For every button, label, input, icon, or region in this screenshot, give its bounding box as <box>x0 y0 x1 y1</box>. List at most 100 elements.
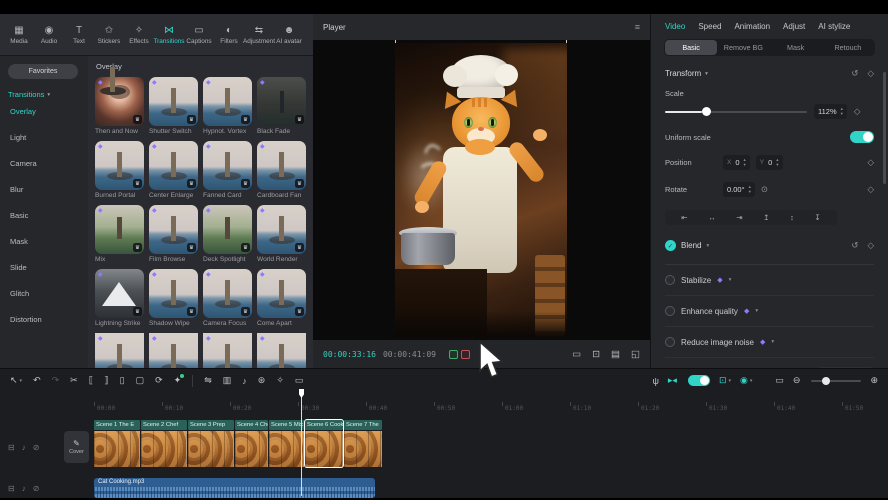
category-item[interactable]: Camera <box>8 151 88 177</box>
Cardboard Fan[interactable]: ◆ ♛ Cardboard Fan <box>257 141 306 199</box>
Film Browse[interactable]: ◆ ♛ Film Browse <box>149 205 198 263</box>
gallery-tile-partial[interactable]: ◆ <box>149 333 198 368</box>
gallery-thumbnail[interactable]: ◆ ♛ <box>149 269 198 318</box>
blend-checkbox[interactable]: ✓ <box>665 240 676 251</box>
feature-checkbox[interactable] <box>665 275 675 285</box>
gallery-thumbnail[interactable]: ◆ <box>149 333 198 368</box>
lock-track-icon[interactable]: ⊘ <box>33 484 40 493</box>
inspector-tab[interactable]: Adjust <box>783 22 805 31</box>
inspector-tab[interactable]: Video <box>665 22 685 31</box>
inspector-tab[interactable]: AI stylize <box>818 22 850 31</box>
timeline-clip[interactable]: Scene 7 The <box>344 420 382 467</box>
enhance-quality[interactable]: Enhance quality ◆ ▾ <box>665 296 874 327</box>
mute-track-icon[interactable]: ♪ <box>22 443 26 452</box>
Then and Now[interactable]: ◆ ♛ Then and Now <box>95 77 144 135</box>
timeline-ruler[interactable]: 00:00 00:10 00:20 00:30 00:40 00:50 01:0… <box>0 392 888 411</box>
gallery-thumbnail[interactable]: ◆ ♛ <box>203 141 252 190</box>
Camera Focus[interactable]: ◆ ♛ Camera Focus <box>203 269 252 327</box>
Burned Portal[interactable]: ◆ ♛ Burned Portal <box>95 141 144 199</box>
tab-text[interactable]: T Text <box>64 25 94 45</box>
collapse-track-icon[interactable]: ⊟ <box>8 484 15 493</box>
category-item[interactable]: Distortion <box>8 307 88 333</box>
lock-track-icon[interactable]: ⊘ <box>33 443 40 452</box>
clip-thumbnail[interactable] <box>235 431 268 467</box>
snapshot-icon[interactable]: ⊡ <box>592 349 600 360</box>
gallery-tile-partial[interactable]: ◆ <box>95 333 144 368</box>
timeline-clip[interactable]: Scene 1 The E <box>94 420 140 467</box>
scrollbar[interactable] <box>883 72 886 184</box>
tab-stickers[interactable]: ✩ Stickers <box>94 25 124 45</box>
preview-axis-toggle[interactable]: ◉ ▾ <box>740 375 752 386</box>
Come Apart[interactable]: ◆ ♛ Come Apart <box>257 269 306 327</box>
record-voiceover-button[interactable]: ψ <box>652 376 658 386</box>
gallery-thumbnail[interactable]: ◆ ♛ <box>257 269 306 318</box>
timeline-clip[interactable]: Scene 5 Mix <box>269 420 304 467</box>
tab-ai-avatar[interactable]: ☻ AI avatar <box>274 25 304 45</box>
collapse-icon[interactable]: ▾ <box>705 71 708 77</box>
clip-thumbnail[interactable] <box>188 431 234 467</box>
gallery-thumbnail[interactable]: ◆ <box>95 333 144 368</box>
position-y-box[interactable]: Y 0 ▴▾ <box>756 155 783 170</box>
align-top-icon[interactable]: ↥ <box>763 213 769 222</box>
timeline-clip[interactable]: Scene 4 Chef <box>235 420 268 467</box>
chevron-down-icon[interactable]: ▾ <box>729 277 732 283</box>
effects-button[interactable]: ✧ <box>276 375 284 386</box>
reset-icon[interactable]: ↺ <box>851 68 858 79</box>
gallery-thumbnail[interactable]: ◆ ♛ <box>149 77 198 126</box>
timeline-tool[interactable] <box>192 375 193 387</box>
stepper-icon[interactable]: ▴▾ <box>841 107 843 117</box>
category-item[interactable]: Glitch <box>8 281 88 307</box>
player-menu-icon[interactable]: ≡ <box>635 22 640 32</box>
delete-right-button[interactable]: ⟧ <box>104 375 108 386</box>
gallery-thumbnail[interactable]: ◆ <box>203 333 252 368</box>
gallery-thumbnail[interactable]: ◆ ♛ <box>203 269 252 318</box>
gallery-thumbnail[interactable]: ◆ ♛ <box>149 141 198 190</box>
category-item[interactable]: Slide <box>8 255 88 281</box>
align-right-icon[interactable]: ⇥ <box>736 213 742 222</box>
tab-effects[interactable]: ✧ Effects <box>124 25 154 45</box>
keyframe-icon[interactable]: ◇ <box>854 106 861 117</box>
gallery-thumbnail[interactable]: ◆ ♛ <box>257 141 306 190</box>
timeline-zoom-slider[interactable] <box>809 380 861 382</box>
main-track-magnet-toggle[interactable]: ▸◂ <box>668 375 677 386</box>
gallery-thumbnail[interactable]: ◆ ♛ <box>95 205 144 254</box>
tab-transitions[interactable]: ⋈ Transitions <box>154 25 184 45</box>
clip-thumbnail[interactable] <box>269 431 304 467</box>
category-item[interactable]: Blur <box>8 177 88 203</box>
reset-icon[interactable]: ↺ <box>851 240 858 251</box>
align-center-h-icon[interactable]: ↔ <box>708 213 716 222</box>
gallery-thumbnail[interactable]: ◆ ♛ <box>203 205 252 254</box>
gallery-tile-partial[interactable]: ◆ <box>203 333 252 368</box>
stabilize[interactable]: Stabilize ◆ ▾ <box>665 265 874 296</box>
keyframe-icon[interactable]: ◇ <box>867 240 874 251</box>
mute-track-icon[interactable]: ♪ <box>22 484 26 493</box>
keyframe-icon[interactable]: ◇ <box>867 157 874 168</box>
redo-button[interactable]: ↷ <box>52 375 60 386</box>
clip-thumbnail[interactable] <box>94 431 140 467</box>
delete-button[interactable]: ▯ <box>120 375 125 386</box>
keyframe-icon[interactable]: ◇ <box>867 68 874 79</box>
inspector-tab[interactable]: Animation <box>734 22 770 31</box>
inspector-subtab[interactable]: Retouch <box>822 40 874 55</box>
Fanned Card[interactable]: ◆ ♛ Fanned Card <box>203 141 252 199</box>
inspector-subtab[interactable]: Basic <box>665 40 717 55</box>
Center Enlarge[interactable]: ◆ ♛ Center Enlarge <box>149 141 198 199</box>
rotate-dial-icon[interactable]: ⊙ <box>761 184 768 195</box>
split-button[interactable]: ✂ <box>70 375 78 386</box>
rotate-box[interactable]: 0.00° ▴▾ <box>723 182 755 197</box>
timeline-clip[interactable]: Scene 3 Prep <box>188 420 234 467</box>
timeline-zoom-in-button[interactable]: ⊕ <box>870 375 878 386</box>
scale-value-box[interactable]: 112% ▴▾ <box>814 104 847 119</box>
chevron-down-icon[interactable]: ▾ <box>755 308 758 314</box>
green-flag-icon[interactable] <box>449 350 458 359</box>
stepper-icon[interactable]: ▴▾ <box>776 158 778 168</box>
mute-clip-button[interactable]: ♪ <box>242 376 247 386</box>
feature-checkbox[interactable] <box>665 337 675 347</box>
collapse-track-icon[interactable]: ⊟ <box>8 443 15 452</box>
inspector-tab[interactable]: Speed <box>698 22 721 31</box>
tab-captions[interactable]: ▭ Captions <box>184 25 214 45</box>
World Render[interactable]: ◆ ♛ World Render <box>257 205 306 263</box>
reduce-image-noise[interactable]: Reduce image noise ◆ ▾ <box>665 327 874 358</box>
gallery-tile-partial[interactable]: ◆ <box>257 333 306 368</box>
uniform-scale-toggle[interactable] <box>850 131 874 143</box>
